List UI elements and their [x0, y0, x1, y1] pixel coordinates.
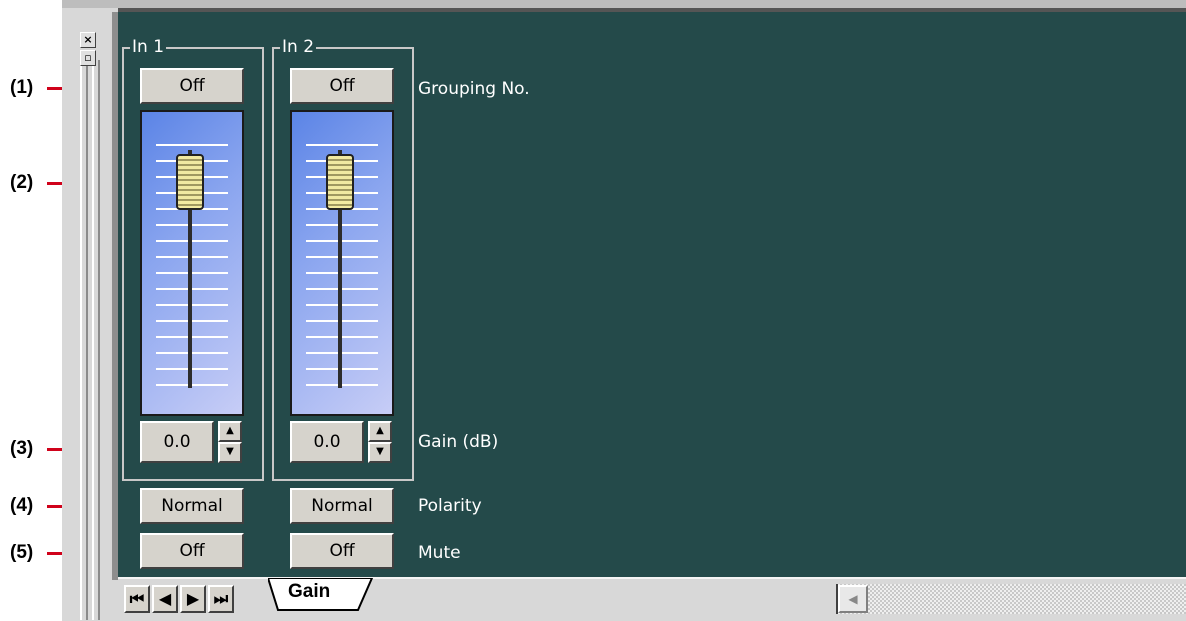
prev-tab-icon[interactable]: ◀: [152, 585, 178, 613]
spin-up-icon[interactable]: ▲: [368, 421, 392, 442]
spin-up-icon[interactable]: ▲: [218, 421, 242, 442]
first-tab-icon[interactable]: ⏮: [124, 585, 150, 613]
mute-button-in2[interactable]: Off: [290, 533, 394, 569]
dock-strip: [62, 8, 118, 621]
fader-tick: [306, 256, 378, 258]
polarity-button-in1[interactable]: Normal: [140, 488, 244, 524]
fader-tick: [156, 224, 228, 226]
fader-tick: [306, 384, 378, 386]
last-tab-icon[interactable]: ⏭: [208, 585, 234, 613]
fader-tick: [156, 144, 228, 146]
polarity-label: Polarity: [418, 496, 482, 516]
fader-tick: [306, 240, 378, 242]
gain-fader-in1[interactable]: [140, 110, 244, 416]
callout-number: (5): [10, 542, 34, 563]
fader-tick: [156, 256, 228, 258]
dock-divider: [92, 60, 94, 620]
fader-tick: [306, 320, 378, 322]
callout-number: (1): [10, 77, 34, 98]
gain-label: Gain (dB): [418, 432, 499, 452]
spin-down-icon[interactable]: ▼: [218, 442, 242, 463]
fader-tick: [306, 272, 378, 274]
callout-number: (3): [10, 438, 34, 459]
callout-number: (4): [10, 495, 34, 516]
next-tab-icon[interactable]: ▶: [180, 585, 206, 613]
channel-title: In 2: [280, 37, 317, 57]
gain-value-in1[interactable]: 0.0: [140, 421, 214, 463]
fader-tick: [156, 304, 228, 306]
fader-tick: [306, 144, 378, 146]
grouping-button-in2[interactable]: Off: [290, 68, 394, 104]
fader-knob[interactable]: [176, 154, 204, 210]
fader-tick: [156, 336, 228, 338]
mute-label: Mute: [418, 543, 461, 563]
fader-tick: [306, 224, 378, 226]
mute-button-in1[interactable]: Off: [140, 533, 244, 569]
scrollbar-splitter[interactable]: [822, 584, 838, 614]
grouping-button-in1[interactable]: Off: [140, 68, 244, 104]
spin-down-icon[interactable]: ▼: [368, 442, 392, 463]
callout-number: (2): [10, 172, 34, 193]
window-frame-top: [62, 0, 1186, 8]
fader-tick: [156, 384, 228, 386]
restore-icon[interactable]: ▫: [80, 50, 96, 66]
fader-tick: [156, 288, 228, 290]
horizontal-scrollbar[interactable]: [822, 584, 1186, 614]
tab-gain-label: Gain: [288, 581, 331, 602]
fader-tick: [156, 368, 228, 370]
fader-tick: [306, 288, 378, 290]
fader-tick: [156, 320, 228, 322]
dock-divider: [98, 60, 100, 620]
fader-tick: [306, 304, 378, 306]
dock-divider: [86, 60, 88, 620]
fader-tick: [156, 352, 228, 354]
fader-tick: [306, 352, 378, 354]
gain-value-in2[interactable]: 0.0: [290, 421, 364, 463]
fader-tick: [306, 336, 378, 338]
channel-title: In 1: [130, 37, 167, 57]
fader-tick: [156, 240, 228, 242]
gain-fader-in2[interactable]: [290, 110, 394, 416]
scroll-left-icon[interactable]: ◀: [838, 585, 868, 613]
fader-tick: [306, 368, 378, 370]
close-icon[interactable]: ×: [80, 32, 96, 48]
fader-tick: [156, 272, 228, 274]
dock-divider: [80, 60, 82, 620]
grouping-label: Grouping No.: [418, 79, 530, 99]
fader-knob[interactable]: [326, 154, 354, 210]
polarity-button-in2[interactable]: Normal: [290, 488, 394, 524]
